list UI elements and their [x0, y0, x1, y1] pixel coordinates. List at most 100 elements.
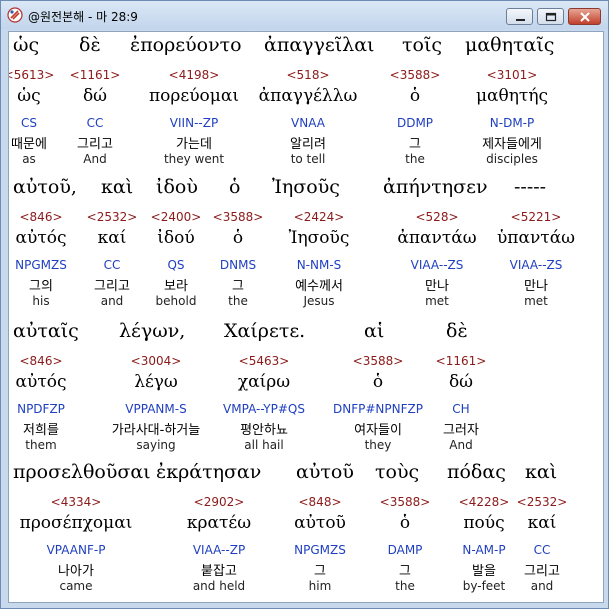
- strong-number[interactable]: <2400>: [151, 210, 202, 224]
- strong-number[interactable]: <3588>: [213, 210, 264, 224]
- greek-word[interactable]: δὲ: [79, 34, 101, 56]
- strong-number[interactable]: <528>: [415, 210, 458, 224]
- maximize-button[interactable]: [537, 8, 564, 25]
- greek-word[interactable]: τοὺς: [375, 461, 419, 483]
- strong-number[interactable]: <848>: [298, 495, 341, 509]
- greek-word[interactable]: αὐτοῦ: [296, 461, 354, 483]
- greek-word[interactable]: ὁ: [229, 176, 240, 198]
- korean-gloss: 그: [399, 564, 411, 579]
- strong-number[interactable]: <2424>: [294, 210, 345, 224]
- greek-word[interactable]: ἀπήντησεν: [383, 176, 488, 198]
- english-gloss: the: [395, 579, 415, 593]
- greek-word[interactable]: ἐπορεύοντο: [130, 34, 242, 56]
- strong-number[interactable]: <518>: [286, 68, 329, 82]
- korean-gloss: 그: [314, 564, 326, 579]
- strong-number[interactable]: <2902>: [194, 495, 245, 509]
- english-gloss: And: [83, 152, 107, 166]
- strong-number[interactable]: <3004>: [131, 354, 182, 368]
- greek-word[interactable]: -----: [514, 176, 546, 198]
- strong-number[interactable]: <4198>: [169, 68, 220, 82]
- strong-number[interactable]: <5613>: [9, 68, 54, 82]
- parse-code: VIAA--ZP: [192, 543, 246, 557]
- lemma: λέγω: [134, 372, 178, 392]
- greek-word[interactable]: λέγων,: [119, 320, 185, 342]
- parse-code: N-NM-S: [296, 258, 342, 272]
- greek-word[interactable]: προσελθοῦσαι: [13, 461, 151, 483]
- english-gloss: to tell: [290, 152, 326, 166]
- strong-number[interactable]: <3588>: [390, 68, 441, 82]
- lemma: ὁ: [232, 228, 244, 248]
- greek-word[interactable]: μαθηταῖς: [465, 34, 554, 56]
- lemma: ὁ: [409, 86, 421, 106]
- english-gloss: him: [308, 579, 332, 593]
- korean-gloss: 만나: [524, 279, 548, 294]
- parse-code: CH: [452, 402, 470, 416]
- greek-word[interactable]: δὲ: [446, 320, 468, 342]
- strong-number[interactable]: <2532>: [517, 495, 568, 509]
- title-bar[interactable]: @원전본해 - 마 28:9: [1, 1, 608, 29]
- parse-code: CC: [103, 258, 121, 272]
- strong-number[interactable]: <5463>: [239, 354, 290, 368]
- strong-number[interactable]: <846>: [19, 210, 62, 224]
- lemma: δώ: [448, 372, 474, 392]
- parse-code: DNMS: [219, 258, 257, 272]
- korean-gloss: 붙잡고: [201, 564, 237, 579]
- lemma: ὑπαντάω: [496, 228, 576, 248]
- greek-word[interactable]: ἀπαγγεῖλαι: [264, 34, 374, 56]
- greek-word[interactable]: Ἰησοῦς: [272, 176, 340, 198]
- english-gloss: his: [32, 294, 50, 308]
- greek-word[interactable]: αὐταῖς: [13, 320, 79, 342]
- parse-code: DNFP#NPNFZP: [333, 402, 423, 416]
- greek-word[interactable]: αἱ: [364, 320, 384, 342]
- korean-gloss: 그의: [29, 279, 53, 294]
- korean-gloss: 알리려: [290, 137, 326, 152]
- lemma: αὐτοῦ: [294, 513, 346, 533]
- greek-word[interactable]: ὡς: [13, 34, 39, 56]
- english-gloss: as: [22, 152, 36, 166]
- greek-word[interactable]: πόδας: [447, 461, 506, 483]
- korean-gloss: 나아가: [58, 564, 94, 579]
- strong-number[interactable]: <1161>: [70, 68, 121, 82]
- greek-word[interactable]: αὐτοῦ,: [13, 176, 77, 198]
- parse-code: DDMP: [396, 116, 434, 130]
- strong-number[interactable]: <3101>: [487, 68, 538, 82]
- lemma: ὡς: [17, 86, 41, 106]
- english-gloss: all hail: [244, 438, 284, 452]
- english-gloss: Jesus: [303, 294, 335, 308]
- close-button[interactable]: [568, 8, 601, 25]
- greek-word[interactable]: καὶ: [525, 461, 557, 483]
- korean-gloss: 그리고: [524, 564, 560, 579]
- greek-word[interactable]: ἰδοὺ: [156, 176, 198, 198]
- english-gloss: and held: [192, 579, 246, 593]
- greek-word[interactable]: Χαίρετε.: [224, 320, 305, 342]
- strong-number[interactable]: <5221>: [511, 210, 562, 224]
- english-gloss: and: [530, 579, 554, 593]
- korean-gloss: 그리고: [77, 137, 113, 152]
- korean-gloss: 가는데: [176, 137, 212, 152]
- english-gloss: came: [59, 579, 93, 593]
- strong-number[interactable]: <846>: [19, 354, 62, 368]
- english-gloss: met: [425, 294, 449, 308]
- english-gloss: the: [405, 152, 425, 166]
- greek-word[interactable]: τοῖς: [402, 34, 442, 56]
- english-gloss: they: [364, 438, 392, 452]
- minimize-button[interactable]: [506, 8, 533, 25]
- strong-number[interactable]: <2532>: [87, 210, 138, 224]
- korean-gloss: 발을: [472, 564, 496, 579]
- greek-word[interactable]: καὶ: [101, 176, 133, 198]
- lemma: αὐτός: [15, 372, 67, 392]
- greek-word[interactable]: ἐκράτησαν: [156, 461, 261, 483]
- korean-gloss: 그러자: [443, 423, 479, 438]
- english-gloss: saying: [136, 438, 176, 452]
- parse-code: VIAA--ZS: [410, 258, 464, 272]
- parse-code: QS: [167, 258, 185, 272]
- app-window: @원전본해 - 마 28:9 ὡς <5613> ὡς CS 때문에 as δὲ <1161>…: [0, 0, 609, 609]
- strong-number[interactable]: <1161>: [436, 354, 487, 368]
- window-title: @원전본해 - 마 28:9: [28, 10, 138, 24]
- lemma: καί: [527, 513, 557, 533]
- strong-number[interactable]: <3588>: [353, 354, 404, 368]
- lemma: ἰδού: [157, 228, 195, 248]
- strong-number[interactable]: <4228>: [459, 495, 510, 509]
- strong-number[interactable]: <3588>: [380, 495, 431, 509]
- strong-number[interactable]: <4334>: [51, 495, 102, 509]
